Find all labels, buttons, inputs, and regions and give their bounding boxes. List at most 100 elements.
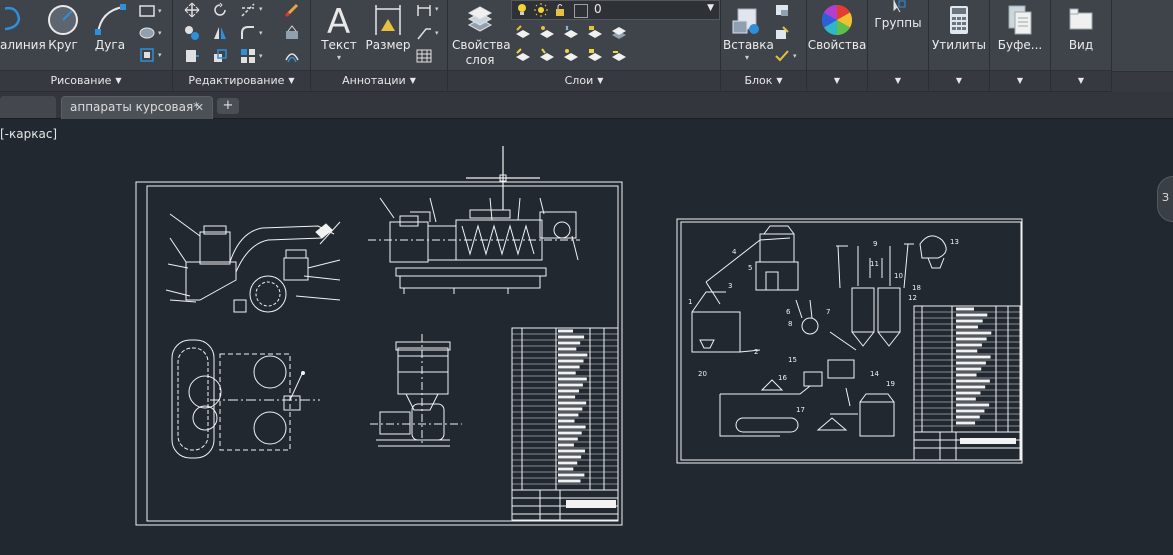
ribbon-footer-filler	[1112, 71, 1173, 92]
annotation-panel: A Текст ▾ Размер ▾ ▾ Аннотации ▼	[311, 0, 447, 91]
tab-start[interactable]	[0, 96, 56, 118]
layers-panel: Свойства слоя 0 ▼ Слои ▼	[448, 0, 720, 91]
svg-text:13: 13	[950, 238, 959, 246]
view-label: Вид	[1068, 38, 1094, 52]
layer-tool-10-icon[interactable]	[610, 46, 628, 64]
move-icon[interactable]	[183, 1, 201, 19]
draw-panel: алиния Круг Дуга ▾ ▾ ▾ Рисование ▼	[0, 0, 172, 91]
boundary-icon[interactable]	[138, 46, 156, 64]
layer-properties-label-2: слоя	[465, 53, 495, 67]
offset-icon[interactable]	[283, 47, 301, 65]
layer-tool-9-icon[interactable]	[586, 46, 604, 64]
layer-dropdown[interactable]: 0 ▼	[511, 0, 720, 20]
svg-text:A: A	[327, 3, 350, 37]
clipboard-label: Буфе...	[997, 38, 1043, 52]
rectangle-icon[interactable]	[138, 2, 156, 20]
svg-text:14: 14	[870, 370, 879, 378]
svg-text:11: 11	[870, 260, 879, 268]
circle-button[interactable]: Круг	[43, 2, 83, 53]
mirror-icon[interactable]	[211, 24, 229, 42]
view-button[interactable]: Вид	[1051, 2, 1111, 53]
tab-drawing-label: аппараты курсовая*	[70, 100, 200, 114]
insert-block-button[interactable]: Вставка ▾	[723, 2, 774, 63]
layers-panel-footer[interactable]: Слои ▼	[448, 70, 720, 91]
fillet-icon[interactable]	[239, 24, 257, 42]
view-panel-footer[interactable]: ▼	[1051, 70, 1111, 91]
plan-view-drawing	[171, 339, 320, 459]
drawing-canvas[interactable]: [-каркас] З 1 2 3 4 5 6 7 8 9 10 11 12 1…	[0, 119, 1173, 555]
groups-panel-footer[interactable]: ▼	[868, 70, 928, 91]
insert-label: Вставка	[723, 38, 774, 52]
polyline-icon	[0, 2, 40, 38]
block-panel-footer[interactable]: Блок ▼	[721, 70, 806, 91]
svg-text:18: 18	[912, 284, 921, 292]
array-icon[interactable]	[239, 47, 257, 65]
trim-icon[interactable]	[239, 1, 257, 19]
leader-icon[interactable]	[415, 24, 433, 42]
drawing-sheet-1	[135, 146, 623, 526]
layer-color-swatch	[574, 4, 588, 18]
edit-block-icon[interactable]	[773, 24, 791, 42]
layer-tool-3-icon[interactable]	[562, 23, 580, 41]
arc-icon	[90, 2, 130, 38]
svg-text:9: 9	[873, 240, 877, 248]
hatch-icon[interactable]	[138, 24, 156, 42]
layer-tool-6-icon[interactable]	[514, 46, 532, 64]
spec-table-2	[913, 305, 1021, 461]
tab-drawing[interactable]: аппараты курсовая* ✕	[61, 96, 213, 119]
polyline-label: алиния	[0, 38, 46, 52]
layer-tool-8-icon[interactable]	[562, 46, 580, 64]
layer-tool-4-icon[interactable]	[586, 23, 604, 41]
block-panel: Вставка ▾ ▾ Блок ▼	[721, 0, 806, 91]
polyline-button[interactable]: алиния	[0, 2, 46, 53]
utilities-button[interactable]: Утилиты	[929, 2, 989, 53]
create-block-icon[interactable]	[773, 1, 791, 19]
scale-icon[interactable]	[211, 47, 229, 65]
drawing-sheet-2: 1 2 3 4 5 6 7 8 9 10 11 12 13 14 15 16 1	[676, 218, 1023, 464]
layer-tool-1-icon[interactable]	[514, 23, 532, 41]
color-wheel-icon	[807, 2, 867, 38]
annotation-panel-footer[interactable]: Аннотации ▼	[311, 70, 447, 91]
chevron-down-icon: ▼	[707, 3, 714, 13]
layer-properties-button[interactable]: Свойства слоя	[452, 2, 511, 68]
new-tab-button[interactable]: +	[217, 98, 239, 114]
rotate-icon[interactable]	[211, 1, 229, 19]
arc-label: Дуга	[94, 38, 126, 52]
stretch-icon[interactable]	[183, 47, 201, 65]
groups-button[interactable]: Группы	[868, 0, 928, 31]
properties-button[interactable]: Свойства	[807, 2, 867, 53]
svg-text:6: 6	[786, 308, 791, 316]
svg-text:1: 1	[688, 298, 692, 306]
modify-panel: ▾ ▾ ▾ Редактирование ▼	[173, 0, 310, 91]
svg-text:17: 17	[796, 406, 805, 414]
table-icon[interactable]	[415, 47, 433, 65]
close-icon[interactable]: ✕	[195, 97, 204, 118]
copy-icon[interactable]	[183, 24, 201, 42]
plus-icon: +	[222, 98, 234, 113]
explode-icon[interactable]	[283, 24, 301, 42]
dimension-button[interactable]: Размер	[365, 2, 411, 53]
text-button[interactable]: A Текст ▾	[319, 2, 359, 63]
dimension-label: Размер	[365, 38, 411, 52]
file-tab-bar: аппараты курсовая* ✕ +	[0, 92, 1173, 119]
view-icon	[1051, 2, 1111, 38]
clipboard-button[interactable]: Буфе...	[990, 2, 1050, 53]
layer-tool-7-icon[interactable]	[538, 46, 556, 64]
utilities-panel-footer[interactable]: ▼	[929, 70, 989, 91]
block-attributes-icon[interactable]	[773, 47, 791, 65]
modify-panel-footer[interactable]: Редактирование ▼	[173, 70, 310, 91]
clipboard-panel-footer[interactable]: ▼	[990, 70, 1050, 91]
svg-text:10: 10	[894, 272, 903, 280]
dimension-icon	[365, 2, 411, 38]
utilities-label: Утилиты	[931, 38, 987, 52]
arc-button[interactable]: Дуга	[90, 2, 130, 53]
erase-icon[interactable]	[283, 1, 301, 19]
layer-tool-5-icon[interactable]	[610, 23, 628, 41]
linear-dim-icon[interactable]	[415, 1, 433, 19]
draw-panel-footer[interactable]: Рисование ▼	[0, 70, 172, 91]
current-layer-name: 0	[594, 2, 602, 16]
layer-tool-2-icon[interactable]	[538, 23, 556, 41]
properties-panel-footer[interactable]: ▼	[807, 70, 867, 91]
svg-text:3: 3	[728, 282, 732, 290]
svg-text:7: 7	[826, 308, 830, 316]
